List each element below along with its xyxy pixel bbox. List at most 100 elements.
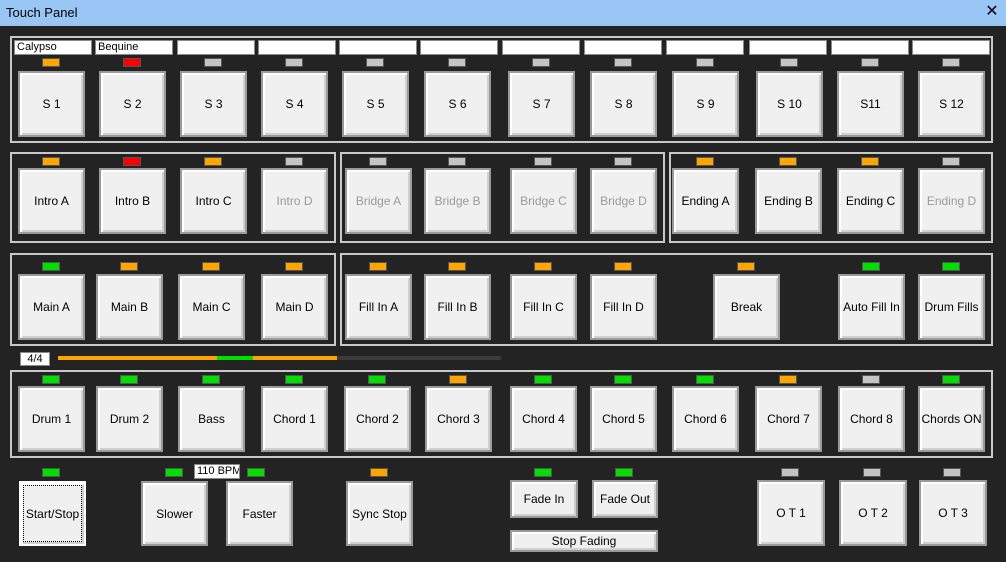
fade-in-button[interactable]: Fade In bbox=[510, 480, 578, 518]
fill-in-d-button[interactable]: Fill In D bbox=[590, 274, 657, 340]
style-button-10[interactable]: S 10 bbox=[756, 71, 823, 137]
chord-2-led bbox=[368, 375, 386, 384]
style-name-field-10[interactable] bbox=[749, 40, 827, 55]
style-name-field-5[interactable] bbox=[339, 40, 417, 55]
style-button-11[interactable]: S11 bbox=[837, 71, 904, 137]
stop-fading-button[interactable]: Stop Fading bbox=[510, 530, 658, 552]
style-name-field-8[interactable] bbox=[584, 40, 662, 55]
ending-b-button[interactable]: Ending B bbox=[755, 168, 822, 234]
main-d-led bbox=[285, 262, 303, 271]
track-drum-2-button[interactable]: Drum 2 bbox=[96, 386, 163, 452]
track-chord-6-button[interactable]: Chord 6 bbox=[672, 386, 739, 452]
intro-d-led bbox=[285, 157, 303, 166]
beat-progress-bar bbox=[58, 356, 501, 360]
intro-b-button[interactable]: Intro B bbox=[99, 168, 166, 234]
track-chords-on-button[interactable]: Chords ON bbox=[918, 386, 985, 452]
style-button-6[interactable]: S 6 bbox=[424, 71, 491, 137]
style-10-led bbox=[780, 58, 798, 67]
bridge-b-button[interactable]: Bridge B bbox=[424, 168, 491, 234]
style-button-9[interactable]: S 9 bbox=[672, 71, 739, 137]
fill-in-a-button[interactable]: Fill In A bbox=[345, 274, 412, 340]
ot-3-led bbox=[943, 468, 961, 477]
main-a-led bbox=[42, 262, 60, 271]
style-button-1[interactable]: S 1 bbox=[18, 71, 85, 137]
beat-progress-segment-2 bbox=[217, 356, 253, 360]
style-9-led bbox=[696, 58, 714, 67]
style-name-field-11[interactable] bbox=[831, 40, 909, 55]
intro-a-button[interactable]: Intro A bbox=[18, 168, 85, 234]
main-a-button[interactable]: Main A bbox=[18, 274, 85, 340]
style-12-led bbox=[942, 58, 960, 67]
intro-c-led bbox=[204, 157, 222, 166]
ot-1-button[interactable]: O T 1 bbox=[757, 480, 825, 546]
bridge-a-button[interactable]: Bridge A bbox=[345, 168, 412, 234]
slower-button[interactable]: Slower bbox=[141, 481, 208, 546]
track-chord-2-button[interactable]: Chord 2 bbox=[344, 386, 411, 452]
style-5-led bbox=[366, 58, 384, 67]
track-chord-4-button[interactable]: Chord 4 bbox=[510, 386, 577, 452]
bridge-c-led bbox=[534, 157, 552, 166]
ending-a-button[interactable]: Ending A bbox=[672, 168, 739, 234]
bridge-d-button[interactable]: Bridge D bbox=[590, 168, 657, 234]
drum-fills-led bbox=[942, 262, 960, 271]
fade-out-button[interactable]: Fade Out bbox=[592, 480, 658, 518]
intro-d-button[interactable]: Intro D bbox=[261, 168, 328, 234]
track-chord-5-button[interactable]: Chord 5 bbox=[590, 386, 657, 452]
fill-in-c-button[interactable]: Fill In C bbox=[510, 274, 577, 340]
drum-1-led bbox=[42, 375, 60, 384]
track-chord-1-button[interactable]: Chord 1 bbox=[261, 386, 328, 452]
start-stop-button[interactable]: Start/Stop bbox=[19, 481, 86, 546]
auto-fill-in-button[interactable]: Auto Fill In bbox=[838, 274, 905, 340]
style-button-8[interactable]: S 8 bbox=[590, 71, 657, 137]
style-name-field-9[interactable] bbox=[666, 40, 744, 55]
style-name-field-1[interactable]: Calypso bbox=[14, 40, 92, 55]
ending-c-button[interactable]: Ending C bbox=[837, 168, 904, 234]
bridge-a-led bbox=[369, 157, 387, 166]
ending-d-button[interactable]: Ending D bbox=[918, 168, 985, 234]
drum-fills-button[interactable]: Drum Fills bbox=[918, 274, 985, 340]
close-icon[interactable]: ✕ bbox=[978, 0, 1006, 26]
sync-stop-button[interactable]: Sync Stop bbox=[346, 481, 413, 546]
drum-2-led bbox=[120, 375, 138, 384]
chord-4-led bbox=[534, 375, 552, 384]
ot-3-button[interactable]: O T 3 bbox=[919, 480, 987, 546]
style-name-field-12[interactable] bbox=[912, 40, 990, 55]
style-name-field-3[interactable] bbox=[177, 40, 255, 55]
main-b-button[interactable]: Main B bbox=[96, 274, 163, 340]
intro-a-led bbox=[42, 157, 60, 166]
bridge-c-button[interactable]: Bridge C bbox=[510, 168, 577, 234]
ending-b-led bbox=[779, 157, 797, 166]
track-chord-8-button[interactable]: Chord 8 bbox=[838, 386, 905, 452]
intro-c-button[interactable]: Intro C bbox=[180, 168, 247, 234]
bass-led bbox=[202, 375, 220, 384]
track-chord-7-button[interactable]: Chord 7 bbox=[755, 386, 822, 452]
style-button-3[interactable]: S 3 bbox=[180, 71, 247, 137]
main-c-button[interactable]: Main C bbox=[178, 274, 245, 340]
style-name-field-6[interactable] bbox=[420, 40, 498, 55]
style-button-7[interactable]: S 7 bbox=[508, 71, 575, 137]
style-button-5[interactable]: S 5 bbox=[342, 71, 409, 137]
track-drum-1-button[interactable]: Drum 1 bbox=[18, 386, 85, 452]
style-name-field-2[interactable]: Bequine bbox=[95, 40, 173, 55]
break-button[interactable]: Break bbox=[713, 274, 780, 340]
chord-7-led bbox=[779, 375, 797, 384]
style-7-led bbox=[532, 58, 550, 67]
style-button-4[interactable]: S 4 bbox=[261, 71, 328, 137]
style-name-field-4[interactable] bbox=[258, 40, 336, 55]
fill-in-b-button[interactable]: Fill In B bbox=[424, 274, 491, 340]
fill-in-c-led bbox=[534, 262, 552, 271]
track-chord-3-button[interactable]: Chord 3 bbox=[425, 386, 492, 452]
main-d-button[interactable]: Main D bbox=[261, 274, 328, 340]
auto-fill-in-led bbox=[862, 262, 880, 271]
style-button-12[interactable]: S 12 bbox=[918, 71, 985, 137]
chord-3-led bbox=[449, 375, 467, 384]
beat-progress-segment-1 bbox=[58, 356, 218, 360]
style-name-field-7[interactable] bbox=[502, 40, 580, 55]
track-bass-button[interactable]: Bass bbox=[178, 386, 245, 452]
faster-button[interactable]: Faster bbox=[226, 481, 293, 546]
chord-8-led bbox=[862, 375, 880, 384]
style-button-2[interactable]: S 2 bbox=[99, 71, 166, 137]
beat-progress-segment-3 bbox=[252, 356, 338, 360]
ot-2-button[interactable]: O T 2 bbox=[839, 480, 907, 546]
bridge-b-led bbox=[448, 157, 466, 166]
